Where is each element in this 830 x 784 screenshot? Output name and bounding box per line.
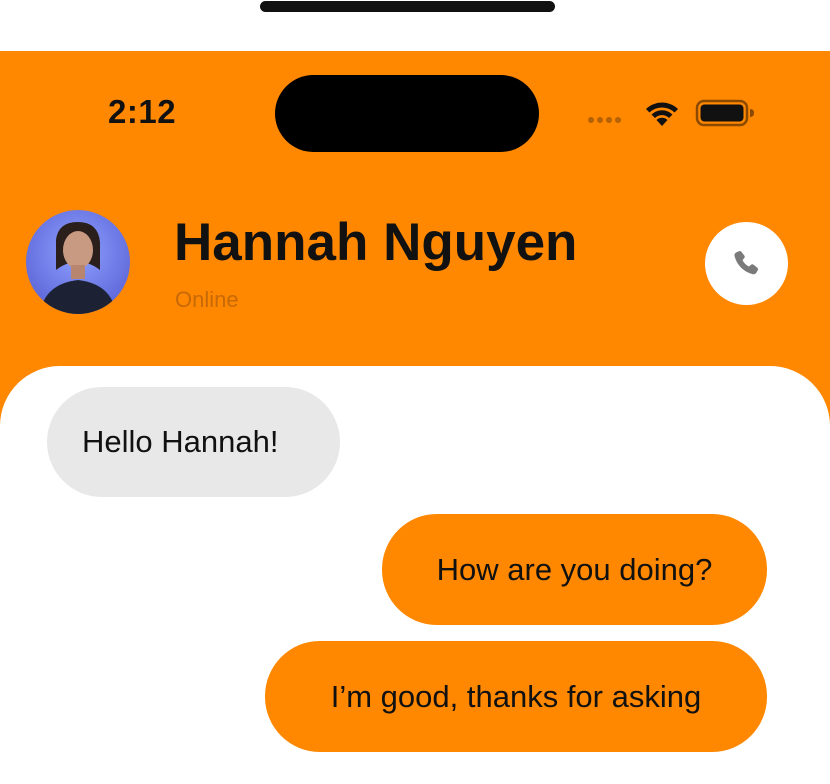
cellular-signal-icon	[588, 117, 621, 123]
message-bubble-outgoing: How are you doing?	[382, 514, 767, 625]
contact-name: Hannah Nguyen	[174, 213, 578, 272]
dynamic-island	[275, 75, 539, 152]
call-button[interactable]	[705, 222, 788, 305]
message-text: Hello Hannah!	[82, 424, 279, 459]
wifi-icon	[646, 102, 678, 126]
avatar[interactable]	[26, 210, 130, 314]
avatar-photo	[26, 210, 130, 314]
message-bubble-incoming: Hello Hannah!	[47, 387, 340, 497]
chat-screen: 2:12 Hannah Nguyen Online Hello Hannah! …	[0, 0, 830, 784]
message-bubble-outgoing: I’m good, thanks for asking	[265, 641, 767, 752]
status-bar-time: 2:12	[108, 93, 177, 130]
top-handle-bar	[260, 1, 555, 12]
message-text: I’m good, thanks for asking	[330, 678, 702, 714]
contact-status: Online	[175, 287, 239, 312]
message-text: How are you doing?	[436, 551, 713, 587]
phone-icon	[733, 250, 758, 274]
battery-icon	[695, 99, 754, 127]
